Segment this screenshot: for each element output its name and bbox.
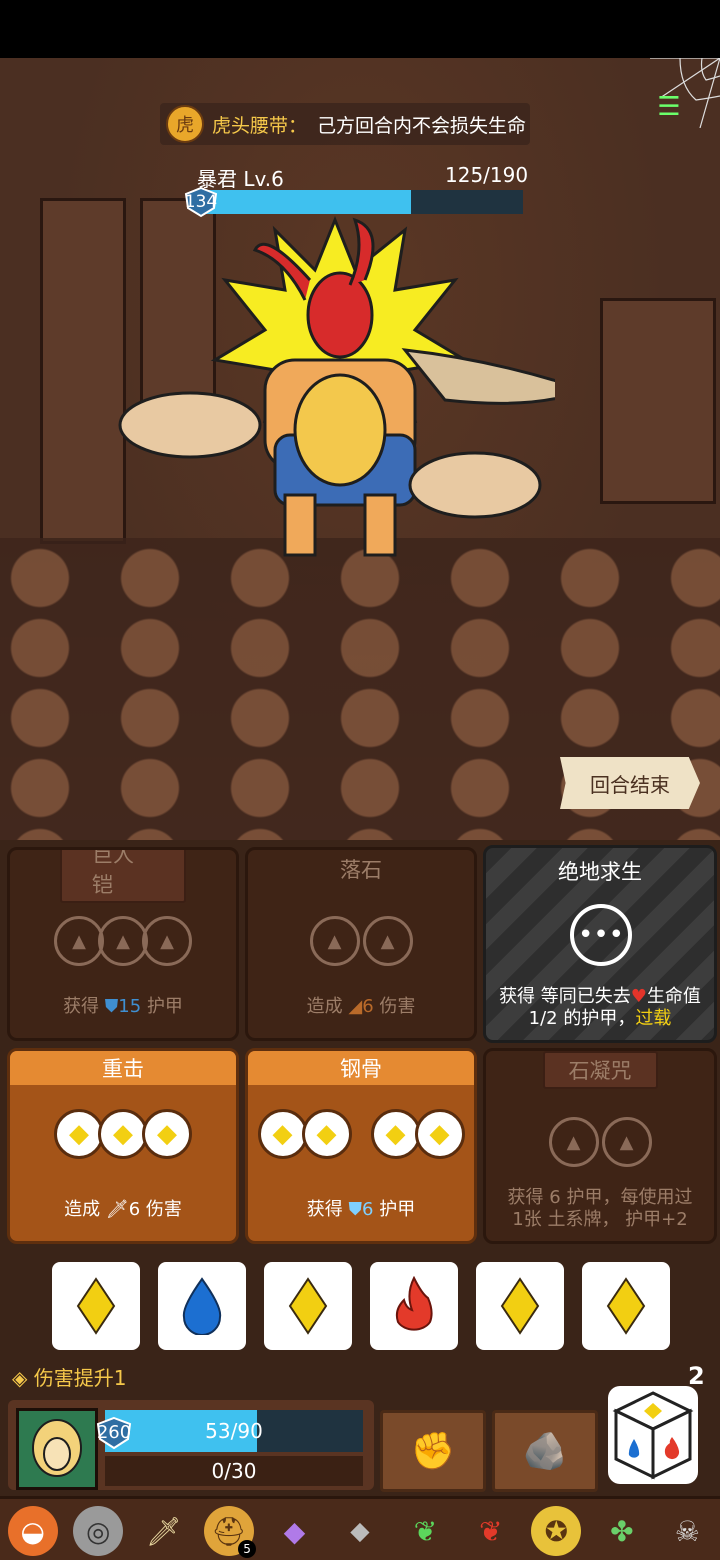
yellow-diamond-icon xyxy=(76,1277,116,1335)
relic-tray: ◒ ◎ 🗡 ⛑ 5 ◆ ⬥ ❦ ❦ ✪ ✤ ☠ xyxy=(0,1496,720,1560)
dice-remaining-count: 2 xyxy=(688,1362,705,1390)
lightning-die[interactable] xyxy=(264,1262,352,1350)
buff-banner[interactable]: 虎 虎头腰带： 己方回合内不会损失生命 xyxy=(160,103,530,145)
red-flame-icon xyxy=(395,1276,433,1331)
tiger-belt-icon: 虎 xyxy=(166,105,204,143)
card-giant-armor[interactable]: 巨人铠 ▲ ▲ ▲ 获得 ⛊15 护甲 xyxy=(7,847,239,1041)
player-hp-bar: 53/90 xyxy=(105,1410,363,1452)
lightning-slot-icon[interactable]: ◆ xyxy=(414,1109,465,1159)
sword-icon: 🗡 xyxy=(105,1199,129,1220)
dice-slots[interactable]: ▲ ▲ xyxy=(486,1117,714,1167)
clover-icon[interactable]: ✤ xyxy=(597,1506,647,1556)
boulder-skill-button[interactable]: 🪨 xyxy=(492,1410,598,1492)
rock-slot-icon[interactable]: ▲ xyxy=(54,916,104,966)
rock-slot-icon[interactable]: ▲ xyxy=(309,916,360,966)
card-description: 造成 🗡6 伤害 xyxy=(64,1199,182,1220)
card-title: 落石 xyxy=(340,858,382,882)
enemy-hp-text: 125/190 xyxy=(445,163,529,187)
card-description: 获得 等同已失去♥生命值 1/2 的护甲，过载 xyxy=(499,986,701,1029)
card-stone-curse[interactable]: 石凝咒 ▲ ▲ 获得 6 护甲，每使用过 1张 土系牌， 护甲+2 xyxy=(483,1048,717,1244)
green-feather-icon[interactable]: ❦ xyxy=(400,1506,450,1556)
status-bar xyxy=(0,0,720,58)
card-description: 获得 ⛊15 护甲 xyxy=(63,996,183,1017)
boulder-icon: 🪨 xyxy=(522,1431,568,1472)
card-title: 重击 xyxy=(10,1051,236,1085)
gold-ring-icon[interactable]: ✪ xyxy=(531,1506,582,1556)
lightning-slot-icon[interactable]: ◆ xyxy=(54,1109,104,1159)
card-title: 钢骨 xyxy=(248,1051,474,1085)
dagger-relic-icon[interactable]: 🗡 xyxy=(139,1506,189,1556)
relic-count-badge: 5 xyxy=(238,1540,257,1558)
player-shield-badge: 260 xyxy=(94,1416,134,1450)
card-heavy-strike[interactable]: 重击 ◆ ◆ ◆ 造成 🗡6 伤害 xyxy=(7,1048,239,1244)
scroll-skull-icon[interactable]: ☠ xyxy=(662,1506,712,1556)
card-description: 获得 ⛊6 护甲 xyxy=(306,1199,416,1220)
dice-slots[interactable]: ◆ ◆ ◆ xyxy=(10,1109,236,1159)
reroll-die-button[interactable] xyxy=(608,1386,698,1484)
lightning-slot-icon[interactable]: ◆ xyxy=(257,1109,308,1159)
crystal-relic-icon[interactable]: ◆ xyxy=(270,1506,320,1556)
fire-die[interactable] xyxy=(370,1262,458,1350)
dice-slots[interactable]: ▲ ▲ ▲ xyxy=(10,916,236,966)
yellow-diamond-icon xyxy=(288,1277,328,1335)
earth-element-icon: ◢ xyxy=(348,996,363,1017)
stone-altar xyxy=(600,298,716,504)
lightning-slot-icon[interactable]: ◆ xyxy=(98,1109,148,1159)
player-xp-bar: 0/30 xyxy=(105,1456,363,1486)
rock-slot-icon[interactable]: ▲ xyxy=(601,1117,652,1167)
dice-cube-icon xyxy=(612,1391,694,1480)
player-hp-text: 53/90 xyxy=(205,1419,263,1443)
lightning-slot-icon[interactable]: ◆ xyxy=(301,1109,352,1159)
blue-drop-icon xyxy=(182,1277,222,1335)
damage-boost-label: ◈ 伤害提升1 xyxy=(12,1366,127,1390)
shield-icon: ⛊ xyxy=(348,1199,363,1220)
stone-relic-icon[interactable]: ◒ xyxy=(7,1506,58,1556)
buff-name: 虎头腰带： xyxy=(212,114,308,137)
water-die[interactable] xyxy=(158,1262,246,1350)
fist-icon: ✊ xyxy=(410,1431,456,1472)
card-falling-rock[interactable]: 落石 ▲ ▲ 造成 ◢6 伤害 xyxy=(245,847,477,1041)
card-last-stand[interactable]: 绝地求生 ••• 获得 等同已失去♥生命值 1/2 的护甲，过载 xyxy=(483,845,717,1043)
more-options-icon[interactable]: ••• xyxy=(570,904,632,966)
lightning-slot-icon[interactable]: ◆ xyxy=(370,1109,421,1159)
enemy-shield-value: 134 xyxy=(184,192,218,212)
spiral-relic-icon[interactable]: ◎ xyxy=(73,1506,124,1556)
card-title: 石凝咒 xyxy=(542,1051,658,1089)
lightning-die[interactable] xyxy=(476,1262,564,1350)
helmet-relic-icon[interactable]: ⛑ 5 xyxy=(204,1506,257,1558)
lightning-slot-icon[interactable]: ◆ xyxy=(142,1109,192,1159)
hero-portrait-icon xyxy=(22,1414,92,1484)
player-xp-text: 0/30 xyxy=(211,1459,257,1483)
player-avatar[interactable] xyxy=(16,1408,98,1490)
card-steel-bone[interactable]: 钢骨 ◆ ◆ ◆ ◆ 获得 ⛊6 护甲 xyxy=(245,1048,477,1244)
boost-arrow-icon: ◈ xyxy=(12,1366,28,1390)
card-description: 造成 ◢6 伤害 xyxy=(306,996,416,1017)
player-shield-value: 260 xyxy=(96,1421,132,1443)
tyrant-monster[interactable] xyxy=(115,210,555,590)
heart-icon: ♥ xyxy=(630,986,647,1007)
red-feather-icon[interactable]: ❦ xyxy=(466,1506,516,1556)
rock-slot-icon[interactable]: ▲ xyxy=(362,916,413,966)
yellow-diamond-icon xyxy=(500,1277,540,1335)
yellow-diamond-icon xyxy=(606,1277,646,1335)
fist-skill-button[interactable]: ✊ xyxy=(380,1410,486,1492)
lightning-die[interactable] xyxy=(52,1262,140,1350)
card-title: 绝地求生 xyxy=(558,860,642,884)
card-title: 巨人铠 xyxy=(60,850,186,903)
stone-pillar xyxy=(40,198,126,544)
rock-slot-icon[interactable]: ▲ xyxy=(142,916,192,966)
rock-slot-icon[interactable]: ▲ xyxy=(548,1117,599,1167)
end-turn-button[interactable]: 回合结束 xyxy=(560,757,700,809)
lightning-die[interactable] xyxy=(582,1262,670,1350)
dice-slots[interactable]: ▲ ▲ xyxy=(248,916,474,966)
card-description: 获得 6 护甲，每使用过 1张 土系牌， 护甲+2 xyxy=(507,1187,693,1230)
menu-list-icon[interactable]: ☰ xyxy=(652,92,686,130)
shield-icon: ⛊ xyxy=(104,996,119,1017)
buff-description: 己方回合内不会损失生命 xyxy=(317,114,527,137)
game-screen: 虎 虎头腰带： 己方回合内不会损失生命 ☰ 暴君 Lv.6 125/190 13… xyxy=(0,0,720,1560)
dice-slots[interactable]: ◆ ◆ ◆ ◆ xyxy=(248,1109,474,1159)
diamond-relic-icon[interactable]: ⬥ xyxy=(335,1506,385,1556)
rock-slot-icon[interactable]: ▲ xyxy=(98,916,148,966)
